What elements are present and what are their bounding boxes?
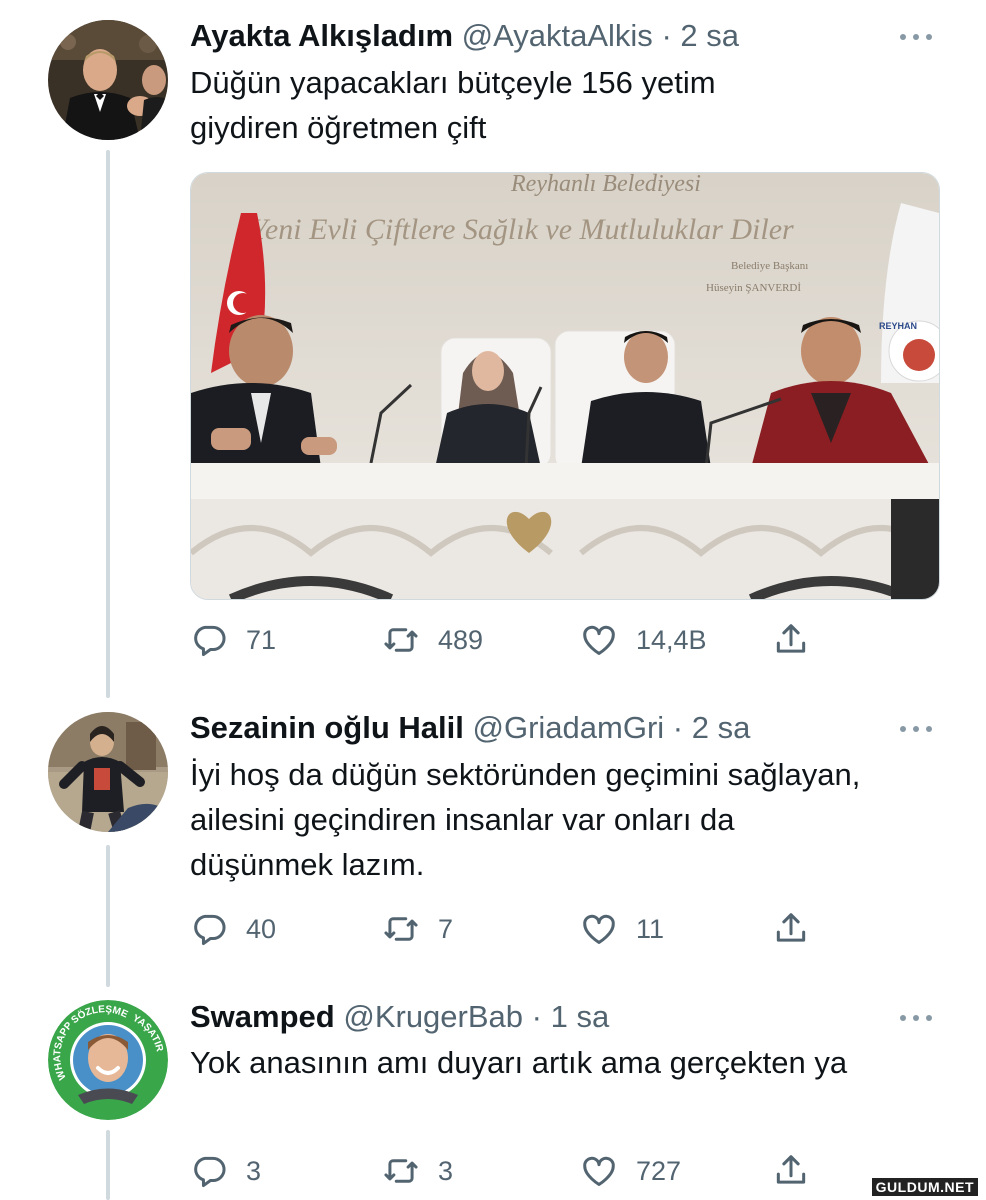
like-button[interactable]: 11 (580, 907, 664, 951)
avatar-image: WHATSAPP SÖZLEŞMESİ YAŞATIR (48, 1000, 168, 1120)
reply-button[interactable]: 71 (190, 618, 276, 662)
heart-icon (583, 625, 615, 655)
more-options-icon[interactable] (896, 718, 936, 738)
heart-icon (583, 914, 615, 944)
retweet-button[interactable]: 489 (382, 618, 483, 662)
reply-button[interactable]: 40 (190, 907, 276, 951)
share-icon (776, 1155, 806, 1184)
retweet-count: 7 (438, 913, 454, 944)
timestamp[interactable]: 1 sa (551, 999, 610, 1034)
avatar-image (48, 712, 168, 832)
more-options-icon[interactable] (896, 1007, 936, 1027)
share-button[interactable] (772, 907, 810, 951)
reply-count: 71 (246, 624, 277, 655)
reply-icon (194, 1156, 226, 1188)
avatar[interactable] (48, 712, 168, 832)
retweet-count: 489 (438, 624, 484, 655)
like-count: 727 (636, 1155, 682, 1186)
share-button[interactable] (772, 618, 810, 662)
retweet-icon (384, 1159, 418, 1183)
banner-line-2: Yeni Evli Çiftlere Sağlık ve Mutluluklar… (251, 213, 794, 246)
retweet-icon (384, 917, 418, 941)
user-handle[interactable]: @KrugerBab (343, 999, 523, 1034)
share-button[interactable] (772, 1149, 810, 1193)
display-name[interactable]: Ayakta Alkışladım (190, 18, 453, 53)
tweet-text: İyi hoş da düğün sektöründen geçimini sa… (190, 757, 861, 882)
tweet-media-image[interactable]: Reyhanlı Belediyesi Yeni Evli Çiftlere S… (190, 172, 940, 600)
like-button[interactable]: 14,4B (580, 618, 707, 662)
watermark: GULDUM.NET (871, 1178, 978, 1196)
separator-dot: · (531, 999, 542, 1034)
tweet-header: Swamped @KrugerBab · 1 sa (190, 997, 609, 1037)
flag-text: REYHAN (879, 321, 917, 331)
display-name[interactable]: Swamped (190, 999, 335, 1034)
reply-count: 40 (246, 913, 277, 944)
avatar-image (48, 20, 168, 140)
user-handle[interactable]: @GriadamGri (473, 710, 665, 745)
reply-icon (194, 914, 226, 946)
reply-icon (194, 625, 226, 657)
avatar[interactable] (48, 20, 168, 140)
banner-line-1: Reyhanlı Belediyesi (510, 173, 701, 197)
tweet-header: Sezainin oğlu Halil @GriadamGri · 2 sa (190, 708, 750, 748)
display-name[interactable]: Sezainin oğlu Halil (190, 710, 464, 745)
timestamp[interactable]: 2 sa (680, 18, 739, 53)
thread-line-2 (106, 845, 110, 987)
separator-dot: · (672, 710, 684, 745)
like-count: 11 (636, 913, 665, 944)
tweet-actions: 40 7 11 (190, 907, 830, 951)
banner-line-3: Belediye Başkanı (731, 260, 808, 272)
reply-button[interactable]: 3 (190, 1149, 261, 1193)
like-count: 14,4B (636, 624, 707, 655)
tweet-text: Yok anasının amı duyarı artık ama gerçek… (190, 1045, 848, 1080)
share-icon (776, 913, 806, 942)
retweet-icon (384, 628, 418, 652)
tweet-actions: 3 3 727 (190, 1149, 830, 1193)
wedding-ceremony-photo: Reyhanlı Belediyesi Yeni Evli Çiftlere S… (191, 173, 939, 599)
tweet-actions: 71 489 14,4B (190, 618, 830, 662)
tweet-header: Ayakta Alkışladım @AyaktaAlkis · 2 sa (190, 16, 739, 56)
thread-line-3 (106, 1130, 110, 1200)
banner-line-4: Hüseyin ŞANVERDİ (706, 282, 801, 294)
like-button[interactable]: 727 (580, 1149, 681, 1193)
reply-count: 3 (246, 1155, 262, 1186)
more-options-icon[interactable] (896, 26, 936, 46)
heart-icon (583, 1156, 615, 1186)
retweet-button[interactable]: 7 (382, 907, 453, 951)
thread-line-1 (106, 150, 110, 698)
retweet-button[interactable]: 3 (382, 1149, 453, 1193)
tweet-text: Düğün yapacakları bütçeyle 156 yetim giy… (190, 65, 716, 145)
share-icon (776, 624, 806, 653)
separator-dot: · (661, 18, 672, 53)
user-handle[interactable]: @AyaktaAlkis (462, 18, 653, 53)
avatar[interactable]: WHATSAPP SÖZLEŞMESİ YAŞATIR (48, 1000, 168, 1120)
retweet-count: 3 (438, 1155, 454, 1186)
timestamp[interactable]: 2 sa (692, 710, 751, 745)
